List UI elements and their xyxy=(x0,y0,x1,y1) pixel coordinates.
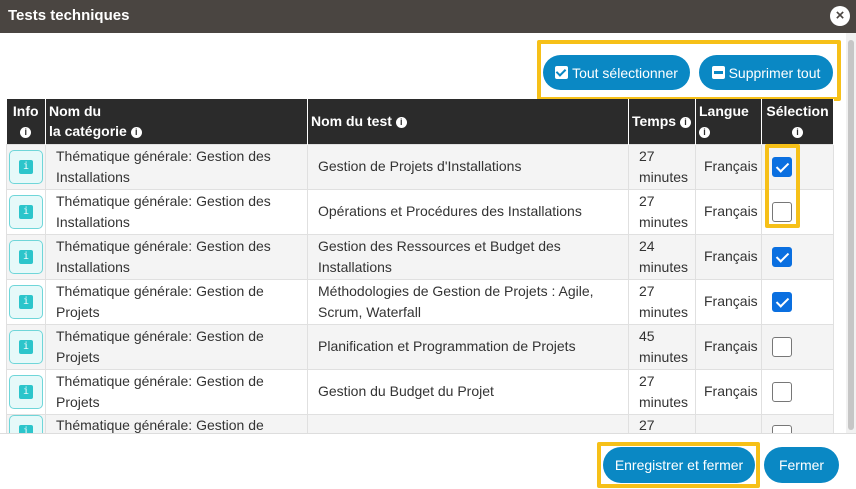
header-category-line2: la catégorie xyxy=(49,123,127,140)
time-cell: 27 minutes xyxy=(628,278,696,325)
time-cell: 27 minutes xyxy=(628,368,696,415)
checkbox-icon xyxy=(555,66,569,79)
selection-checkbox[interactable] xyxy=(772,381,792,402)
language-cell: Français xyxy=(695,233,762,280)
dialog-titlebar: Tests techniques × xyxy=(0,0,856,33)
info-button[interactable]: i xyxy=(9,239,43,274)
table-header-row: Info i Nom du la catégorie i Nom du test… xyxy=(6,99,834,144)
info-icon[interactable]: i xyxy=(699,127,710,139)
time-cell: 27 minutes xyxy=(628,188,696,235)
scrollbar-thumb[interactable] xyxy=(848,40,854,430)
table-row: i Thématique générale: Gestion de Projet… xyxy=(6,323,834,370)
info-icon[interactable]: i xyxy=(395,117,407,129)
info-icon: i xyxy=(19,294,33,309)
time-cell: 27 xyxy=(628,413,696,433)
header-time-label: Temps xyxy=(632,113,677,130)
selection-checkbox[interactable] xyxy=(772,291,792,312)
header-info-label: Info xyxy=(12,103,39,120)
dialog-content: Tout sélectionner Supprimer tout Info i … xyxy=(0,33,856,433)
close-button[interactable]: Fermer xyxy=(764,447,839,483)
time-cell: 27 minutes xyxy=(628,143,696,190)
tests-table: Info i Nom du la catégorie i Nom du test… xyxy=(6,99,834,433)
language-cell xyxy=(695,413,762,433)
table-row: i Thématique générale: Gestion de Projet… xyxy=(6,278,834,325)
info-button[interactable]: i xyxy=(9,329,43,364)
select-all-label: Tout sélectionner xyxy=(572,64,678,81)
minus-square-icon xyxy=(711,66,725,79)
language-cell: Français xyxy=(695,143,762,190)
time-cell: 24 minutes xyxy=(628,233,696,280)
header-language: Langue i xyxy=(695,99,762,144)
test-name-cell: Planification et Programmation de Projet… xyxy=(307,323,629,370)
info-icon: i xyxy=(19,339,33,354)
remove-all-button[interactable]: Supprimer tout xyxy=(699,55,833,90)
header-info: Info i xyxy=(6,99,46,144)
header-time: Temps i xyxy=(628,99,696,144)
info-button[interactable]: i xyxy=(9,414,43,433)
category-cell: Thématique générale: Gestion des Install… xyxy=(45,143,308,190)
scrollbar[interactable] xyxy=(846,33,856,433)
header-category-line1: Nom du xyxy=(49,103,102,120)
category-cell: Thématique générale: Gestion des Install… xyxy=(45,233,308,280)
table-row: i Thématique générale: Gestion de Projet… xyxy=(6,368,834,415)
dialog-title: Tests techniques xyxy=(8,7,130,24)
info-button[interactable]: i xyxy=(9,284,43,319)
save-and-close-button[interactable]: Enregistrer et fermer xyxy=(603,447,755,483)
table-row: i Thématique générale: Gestion des Insta… xyxy=(6,233,834,280)
header-selection: Sélection i xyxy=(761,99,834,144)
category-cell: Thématique générale: Gestion de Projets xyxy=(45,323,308,370)
header-selection-label: Sélection xyxy=(766,103,829,120)
category-cell: Thématique générale: Gestion des Install… xyxy=(45,188,308,235)
selection-highlight xyxy=(765,144,800,228)
select-all-button[interactable]: Tout sélectionner xyxy=(543,55,690,90)
language-cell: Français xyxy=(695,368,762,415)
header-test-name-label: Nom du test xyxy=(311,113,392,130)
category-cell: Thématique générale: Gestion de Projets xyxy=(45,278,308,325)
table-row: i Thématique générale: Gestion de 27 xyxy=(6,413,834,433)
time-cell: 45 minutes xyxy=(628,323,696,370)
header-language-label: Langue xyxy=(699,103,749,120)
language-cell: Français xyxy=(695,188,762,235)
info-icon: i xyxy=(19,204,33,219)
info-button[interactable]: i xyxy=(9,194,43,229)
header-category: Nom du la catégorie i xyxy=(45,99,308,144)
info-icon: i xyxy=(19,424,33,433)
info-icon[interactable]: i xyxy=(20,127,32,139)
test-name-cell: Gestion du Budget du Projet xyxy=(307,368,629,415)
info-button[interactable]: i xyxy=(9,374,43,409)
info-icon[interactable]: i xyxy=(792,127,803,139)
test-name-cell: Méthodologies de Gestion de Projets : Ag… xyxy=(307,278,629,325)
table-row: i Thématique générale: Gestion des Insta… xyxy=(6,143,834,190)
info-icon: i xyxy=(19,384,33,399)
test-name-cell: Opérations et Procédures des Installatio… xyxy=(307,188,629,235)
category-cell: Thématique générale: Gestion de xyxy=(45,413,308,433)
selection-checkbox[interactable] xyxy=(772,246,792,267)
selection-checkbox[interactable] xyxy=(772,424,792,433)
dialog-footer: Enregistrer et fermer Fermer xyxy=(0,433,856,489)
table-row: i Thématique générale: Gestion des Insta… xyxy=(6,188,834,235)
info-button[interactable]: i xyxy=(9,149,43,184)
header-test-name: Nom du test i xyxy=(307,99,629,144)
remove-all-label: Supprimer tout xyxy=(728,64,821,81)
info-icon[interactable]: i xyxy=(679,117,691,129)
test-name-cell: Gestion de Projets d'Installations xyxy=(307,143,629,190)
category-cell: Thématique générale: Gestion de Projets xyxy=(45,368,308,415)
selection-checkbox[interactable] xyxy=(772,336,792,357)
info-icon[interactable]: i xyxy=(130,127,142,139)
language-cell: Français xyxy=(695,278,762,325)
test-name-cell: Gestion des Ressources et Budget des Ins… xyxy=(307,233,629,280)
info-icon: i xyxy=(19,159,33,174)
test-name-cell xyxy=(307,413,629,433)
info-icon: i xyxy=(19,249,33,264)
language-cell: Français xyxy=(695,323,762,370)
close-icon[interactable]: × xyxy=(830,6,850,26)
